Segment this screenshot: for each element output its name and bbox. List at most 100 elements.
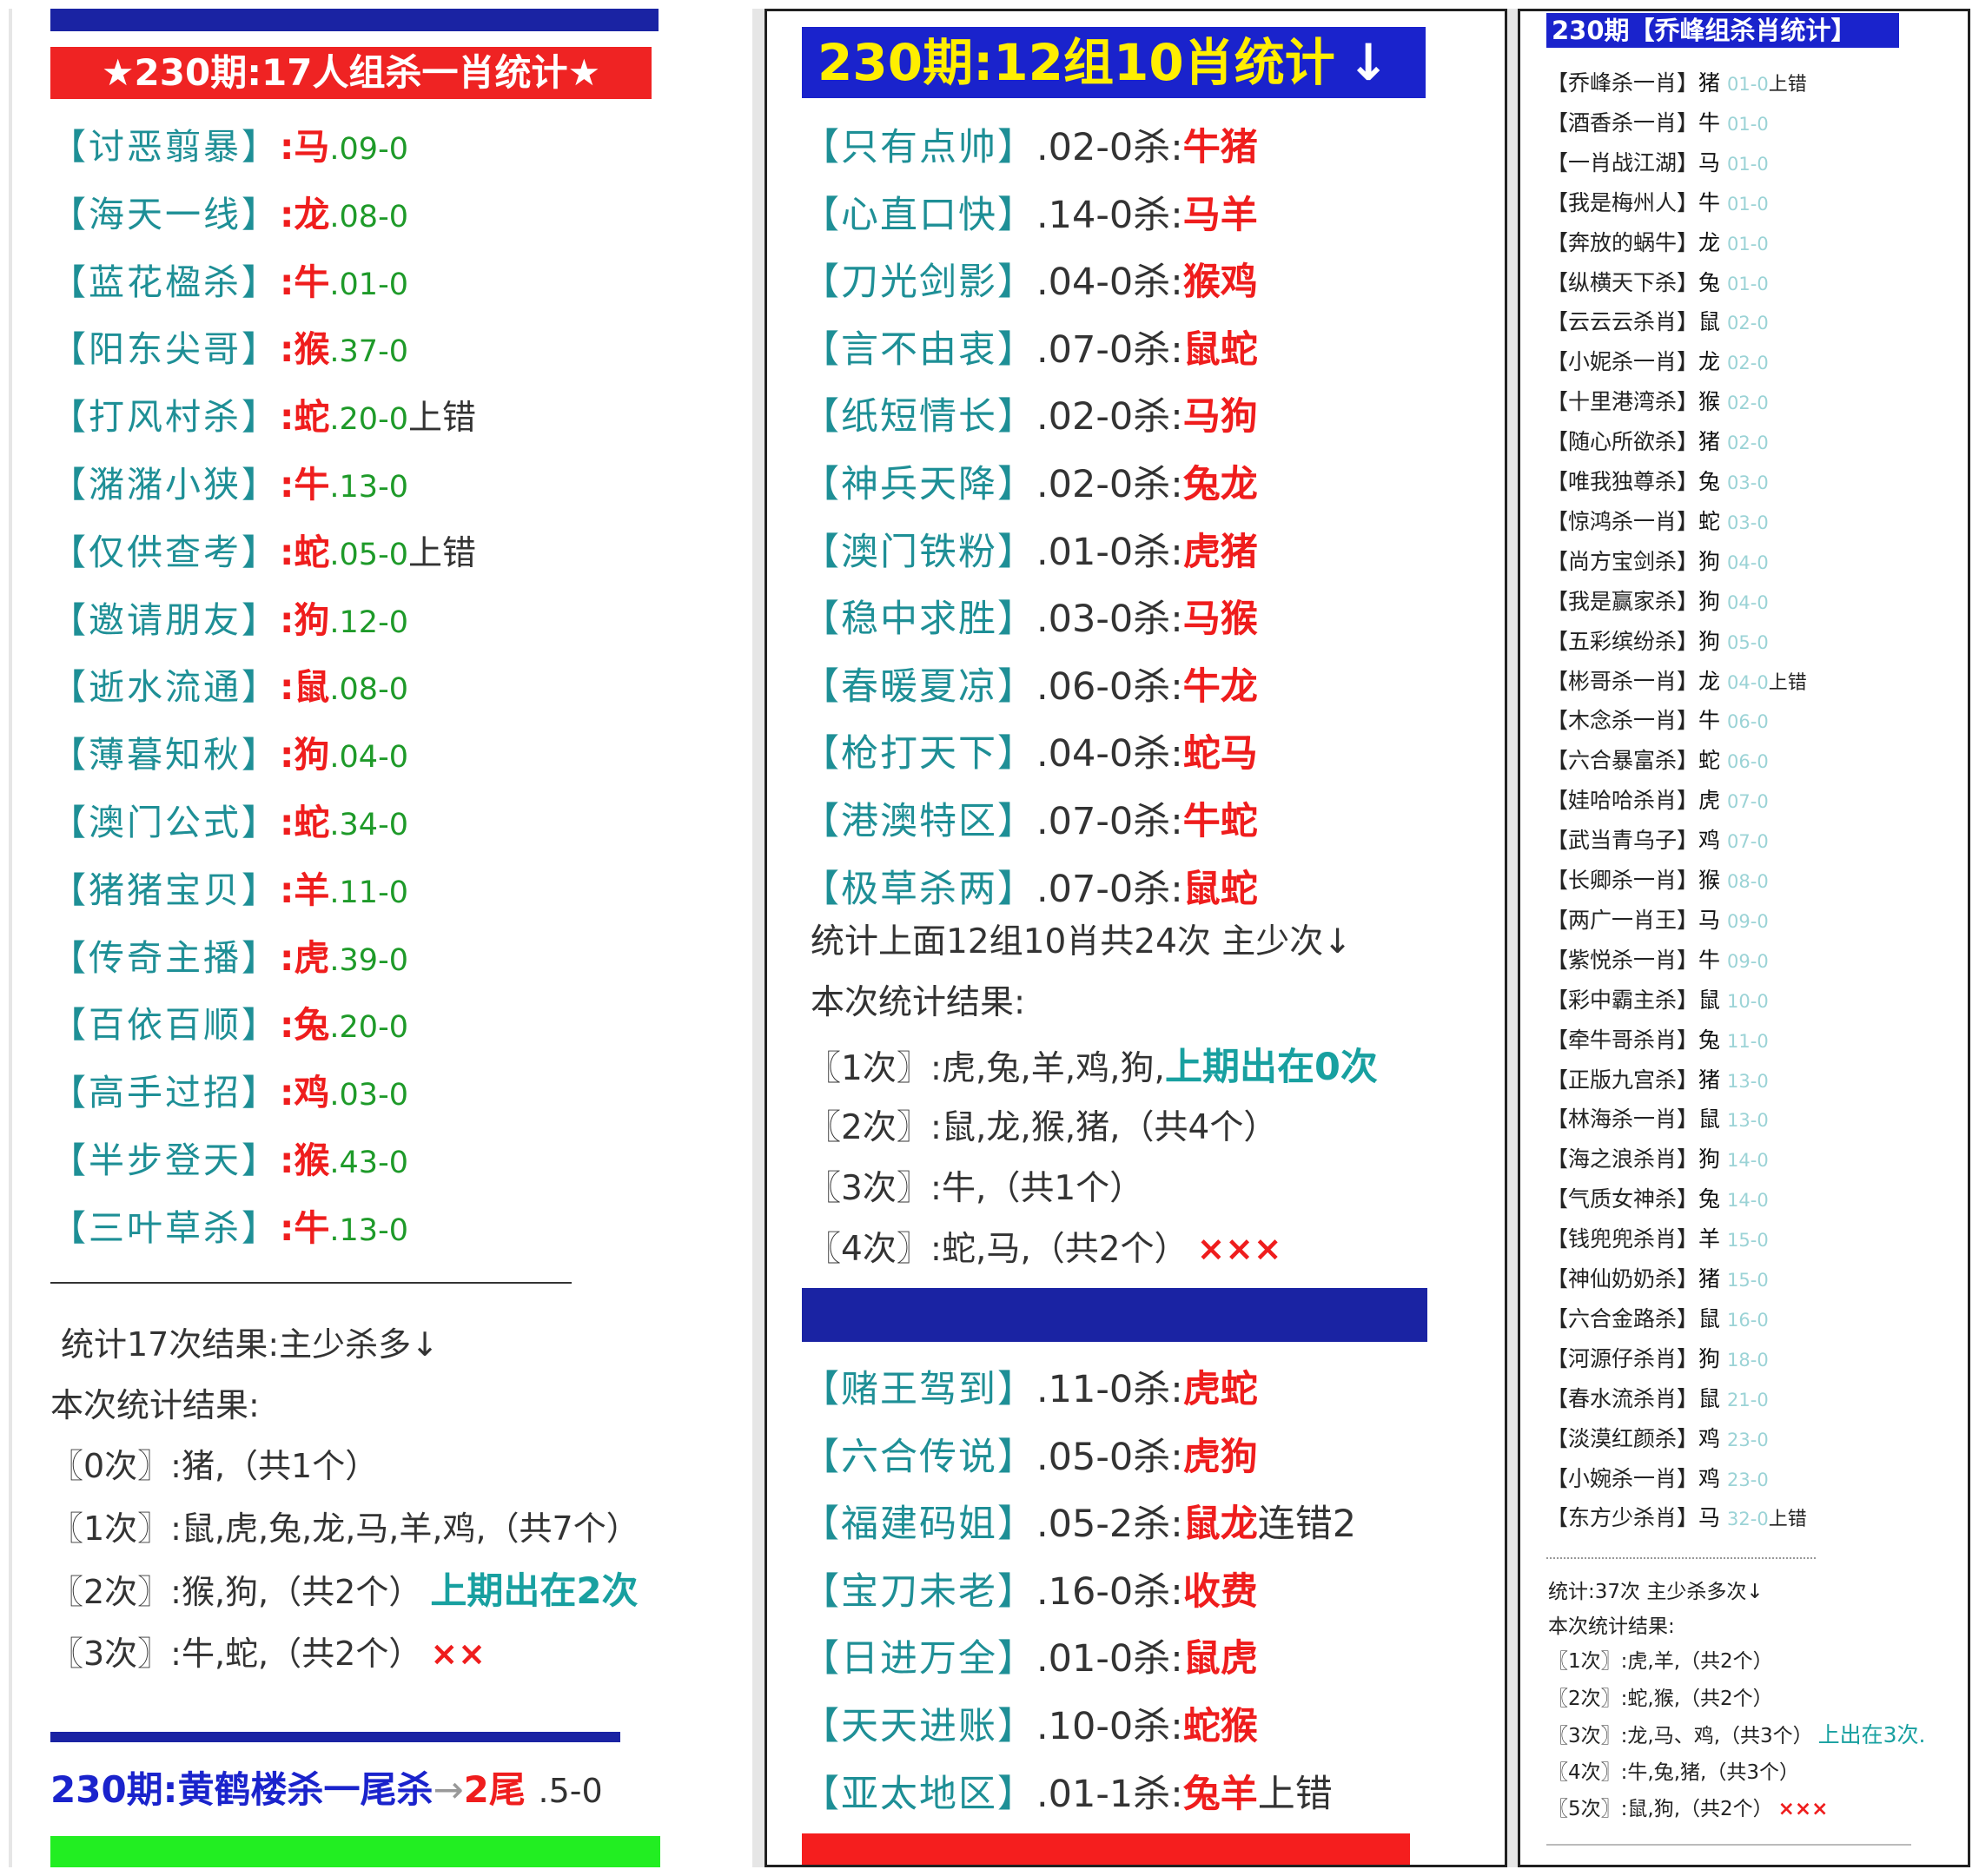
summary-mark: ××× <box>1777 1798 1829 1820</box>
row-name: 【赌王驾到】 <box>802 1368 1036 1411</box>
row-name: 【高手过招】 <box>50 1072 280 1114</box>
row-score: 07-0 <box>1727 791 1769 813</box>
list-item: 【稳中求胜】.03-0杀:马猴 <box>802 589 1258 650</box>
summary-line: 〖1次〗:虎,兔,羊,鸡,狗,上期出在0次 <box>807 1041 1378 1095</box>
row-name: 【亚太地区】 <box>802 1772 1036 1816</box>
row-animal: 兔 <box>1698 269 1721 295</box>
list-item: 【猪猪宝贝】:羊.11-0 <box>50 860 408 921</box>
row-score: 01-0 <box>1727 74 1769 95</box>
row-name: 【木念杀一肖】 <box>1546 708 1699 734</box>
list-item: 【长卿杀一肖】猴 08-0 <box>1546 861 1769 901</box>
row-name: 【刀光剑影】 <box>802 261 1036 305</box>
row-name: 【惊鸿杀一肖】 <box>1546 508 1699 534</box>
footer-arrow: → <box>433 1768 464 1811</box>
list-item: 【亚太地区】.01-1杀:兔羊上错 <box>802 1764 1333 1825</box>
row-name: 【言不由衷】 <box>802 327 1036 372</box>
row-score: 02-0 <box>1727 433 1769 454</box>
list-item: 【东方少杀肖】马 32-0上错 <box>1546 1498 1807 1538</box>
list-item: 【五彩缤纷杀】狗 05-0 <box>1546 622 1769 662</box>
row-name: 【我是赢家杀】 <box>1546 588 1699 614</box>
summary-text: 〖2次〗:猴,狗,（共2个） <box>50 1573 422 1611</box>
list-item: 【百依百顺】:兔.20-0 <box>50 994 408 1055</box>
row-name: 【仅供查考】 <box>50 531 280 573</box>
row-animal: 鼠 <box>1698 309 1721 335</box>
summary-line: 〖4次〗:牛,兔,猪,（共3个） <box>1548 1755 1799 1790</box>
row-animal: :蛇 <box>280 802 330 843</box>
row-animal: 兔 <box>1698 1186 1721 1212</box>
row-score: 13-0 <box>1727 1070 1769 1092</box>
row-name: 【福建码姐】 <box>802 1503 1036 1547</box>
row-score: .06-0杀: <box>1036 664 1183 709</box>
list-item: 【港澳特区】.07-0杀:牛蛇 <box>802 791 1258 852</box>
list-item: 【六合暴富杀】蛇 06-0 <box>1546 741 1769 781</box>
row-score: .05-2杀: <box>1036 1503 1183 1547</box>
list-item: 【半步登天】:猴.43-0 <box>50 1130 408 1191</box>
row-animal: 马 <box>1698 907 1721 933</box>
divider <box>50 1282 572 1284</box>
row-name: 【枪打天下】 <box>802 732 1036 776</box>
row-name: 【邀请朋友】 <box>50 598 280 641</box>
row-name: 【彬哥杀一肖】 <box>1546 668 1699 694</box>
summary-line: 〖3次〗:龙,马、鸡,（共3个） 上出在3次. <box>1548 1718 1926 1754</box>
row-suffix: 连错2 <box>1257 1503 1357 1547</box>
summary-extra: 上期出在2次 <box>430 1569 639 1612</box>
row-name: 【钱兜兜杀肖】 <box>1546 1226 1699 1252</box>
footer-score: .5-0 <box>538 1772 603 1810</box>
row-name: 【三叶草杀】 <box>50 1206 280 1249</box>
row-animal: :虎 <box>280 936 330 979</box>
row-animals: 马羊 <box>1182 193 1258 237</box>
panel3-summary-title: 统计:37次 主少杀多次↓ <box>1548 1581 1764 1603</box>
row-score: .11-0 <box>329 875 408 910</box>
panel2-title: 230期:12组10肖统计 ↓ <box>802 27 1426 98</box>
summary-text: 〖3次〗:牛,蛇,（共2个） <box>50 1635 422 1673</box>
summary-text: 〖3次〗:龙,马、鸡,（共3个） <box>1548 1725 1813 1747</box>
list-item: 【神兵天降】.02-0杀:兔龙 <box>802 454 1258 515</box>
row-suffix: 上错 <box>407 533 476 573</box>
row-animal: :狗 <box>280 598 330 641</box>
row-name: 【阳东尖哥】 <box>50 328 280 371</box>
row-score: 01-0 <box>1727 233 1769 254</box>
row-animal: :蛇 <box>280 396 330 439</box>
row-animals: 鼠蛇 <box>1182 867 1258 911</box>
row-score: .16-0杀: <box>1036 1569 1183 1614</box>
panel2-title-text: 230期:12组10肖统计 <box>817 33 1335 92</box>
row-score: 02-0 <box>1727 393 1769 414</box>
list-item: 【彬哥杀一肖】龙 04-0上错 <box>1546 662 1807 702</box>
row-animal: 鼠 <box>1698 987 1721 1013</box>
row-score: 23-0 <box>1727 1469 1769 1490</box>
row-score: .04-0杀: <box>1036 261 1183 305</box>
bottom-red-bar <box>802 1833 1410 1865</box>
row-animal: :牛 <box>280 464 330 505</box>
panel2-summary-sub: 本次统计结果: <box>811 983 1026 1022</box>
row-score: .07-0杀: <box>1036 867 1183 911</box>
list-item: 【刀光剑影】.04-0杀:猴鸡 <box>802 252 1258 313</box>
row-name: 【一肖战江湖】 <box>1546 149 1699 175</box>
list-item: 【宝刀未老】.16-0杀:收费 <box>802 1562 1258 1622</box>
list-item: 【潴潴小狭】:牛.13-0 <box>50 454 408 515</box>
list-item: 【只有点帅】.02-0杀:牛猪 <box>802 117 1258 178</box>
list-item: 【一肖战江湖】马 01-0 <box>1546 143 1769 183</box>
row-animal: :羊 <box>280 869 330 911</box>
row-score: .43-0 <box>329 1146 408 1180</box>
row-animal: 猪 <box>1698 70 1721 96</box>
row-animal: 猴 <box>1698 389 1721 415</box>
list-item: 【六合金路杀】鼠 16-0 <box>1546 1299 1769 1339</box>
row-score: .02-0杀: <box>1036 126 1183 169</box>
row-name: 【传奇主播】 <box>50 936 280 979</box>
row-animal: 牛 <box>1698 947 1721 973</box>
row-suffix: 上错 <box>1768 1509 1807 1531</box>
row-name: 【神兵天降】 <box>802 463 1036 506</box>
list-item: 【春水流杀肖】鼠 21-0 <box>1546 1379 1769 1419</box>
dotted-divider <box>1546 1557 1816 1559</box>
row-suffix: 上错 <box>1768 74 1807 96</box>
row-animals: 虎狗 <box>1182 1435 1258 1479</box>
list-item: 【娃哈哈杀肖】虎 07-0 <box>1546 781 1769 821</box>
row-score: 03-0 <box>1727 512 1769 533</box>
row-animal: 马 <box>1698 1505 1721 1531</box>
list-item: 【蓝花楹杀】:牛.01-0 <box>50 252 408 313</box>
list-item: 【钱兜兜杀肖】羊 15-0 <box>1546 1219 1769 1259</box>
row-score: 18-0 <box>1727 1349 1769 1371</box>
row-score: .20-0 <box>329 402 408 438</box>
row-animal: :鼠 <box>280 666 330 709</box>
row-name: 【日进万全】 <box>802 1637 1036 1681</box>
